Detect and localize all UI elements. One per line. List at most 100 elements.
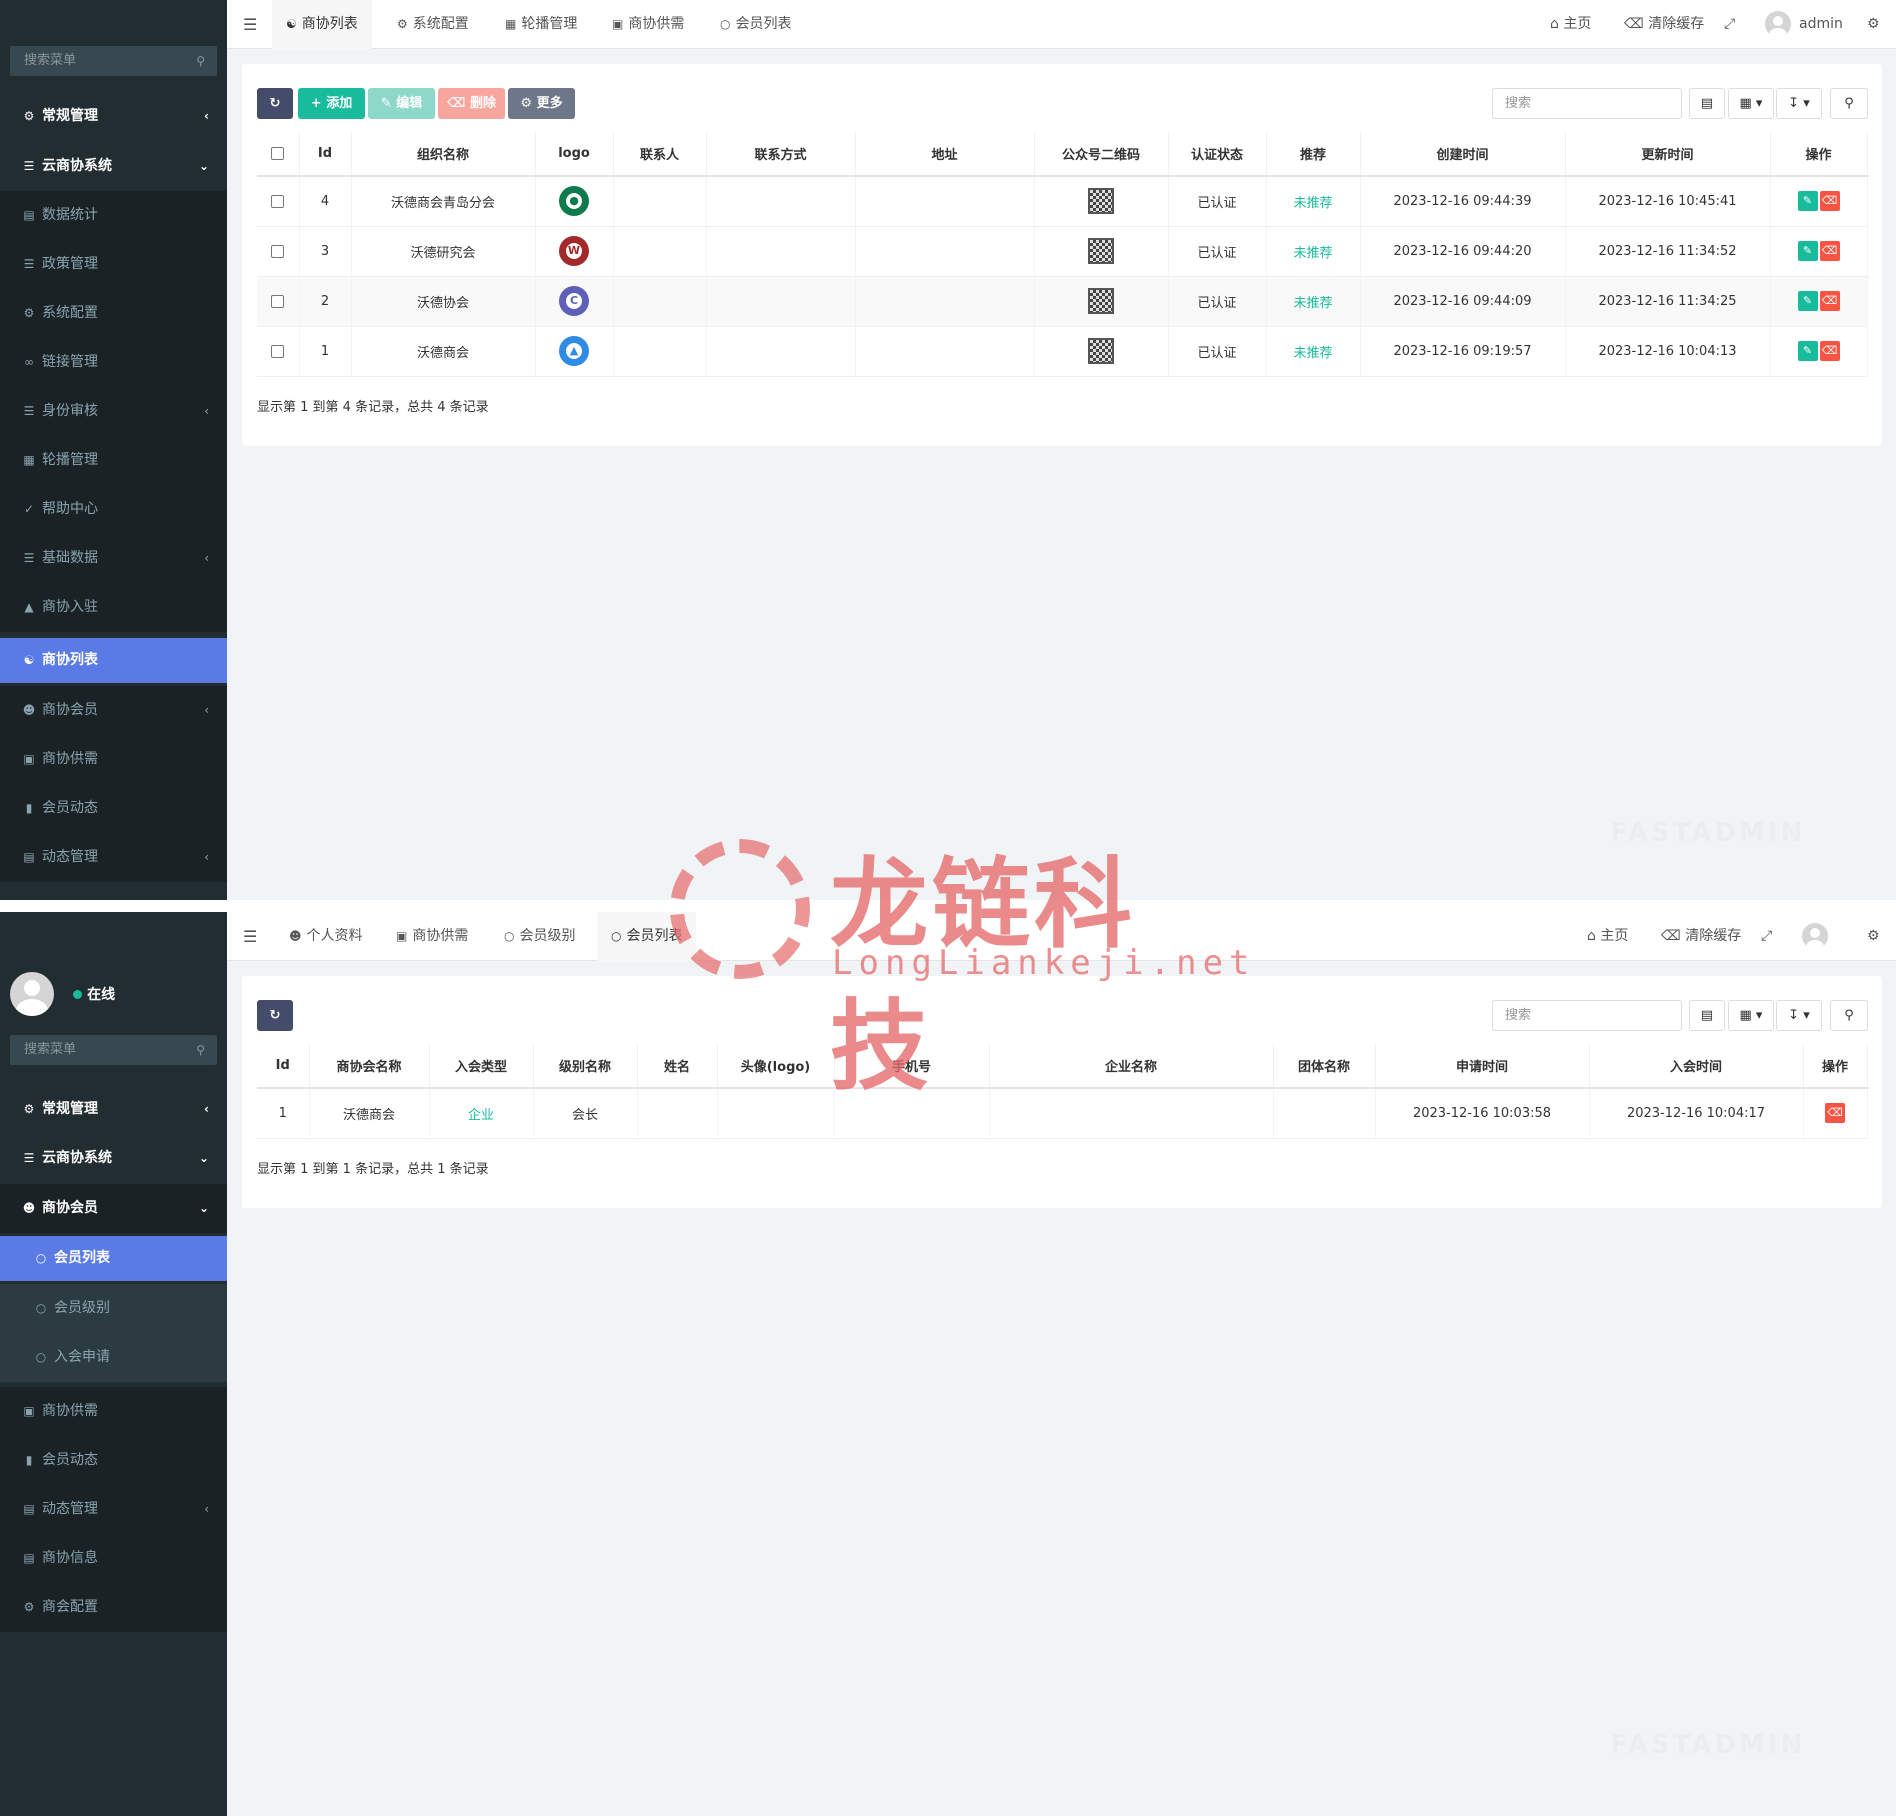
edit-button[interactable]: ✎ 编辑 <box>368 88 435 119</box>
trash-icon[interactable]: ⌫ <box>1819 191 1840 212</box>
row-checkbox[interactable] <box>271 194 285 208</box>
menu-toggle-icon[interactable]: ☰ <box>243 0 257 49</box>
export-button[interactable]: ↧ ▾ <box>1776 1000 1822 1031</box>
qrcode-image[interactable] <box>1088 238 1114 264</box>
sidebar-item-join[interactable]: ▲ 商协入驻 <box>0 583 227 632</box>
sidebar-item-links[interactable]: ∞ 链接管理 <box>0 338 227 387</box>
refresh-button[interactable]: ↻ <box>257 1000 293 1031</box>
tab-carousel[interactable]: ▦ 轮播管理 <box>491 0 591 49</box>
sidebar-item-supply-demand[interactable]: ▣ 商协供需 <box>0 735 227 784</box>
sidebar-item-base-data[interactable]: ☰ 基础数据 ‹ <box>0 534 227 583</box>
add-button[interactable]: + 添加 <box>298 88 365 119</box>
search-icon[interactable]: ⚲ <box>196 1035 205 1065</box>
col-header-logo[interactable]: logo <box>535 132 614 177</box>
columns-button[interactable]: ▦ ▾ <box>1728 1000 1774 1031</box>
logo-image[interactable]: ● <box>559 186 589 217</box>
cell-recommend[interactable]: 未推荐 <box>1266 276 1361 327</box>
sidebar-item-member-news[interactable]: ▮ 会员动态 <box>0 1436 227 1485</box>
cell-recommend[interactable]: 未推荐 <box>1266 226 1361 277</box>
sidebar-item-members[interactable]: ☻ 商协会员 ‹ <box>0 686 227 735</box>
user-menu[interactable] <box>1802 912 1836 961</box>
tab-supply-demand[interactable]: ▣ 商协供需 <box>382 912 482 961</box>
col-header-association[interactable]: 商协会名称 <box>309 1044 430 1089</box>
col-header-joined[interactable]: 入会时间 <box>1589 1044 1804 1089</box>
col-header-applied[interactable]: 申请时间 <box>1375 1044 1590 1089</box>
table-search-input[interactable]: 搜索 <box>1492 88 1682 119</box>
sidebar-item-carousel[interactable]: ▦ 轮播管理 <box>0 436 227 485</box>
col-header-join-type[interactable]: 入会类型 <box>429 1044 534 1089</box>
col-header-level[interactable]: 级别名称 <box>533 1044 638 1089</box>
logo-image[interactable]: ▲ <box>559 336 589 366</box>
qrcode-image[interactable] <box>1088 188 1114 215</box>
clear-cache-link[interactable]: ⌫ 清除缓存 <box>1624 0 1704 49</box>
qrcode-image[interactable] <box>1088 288 1114 314</box>
tab-profile[interactable]: ☻ 个人资料 <box>275 912 377 961</box>
search-icon[interactable]: ⚲ <box>196 46 205 76</box>
columns-button[interactable]: ▦ ▾ <box>1728 88 1774 119</box>
trash-icon[interactable]: ⌫ <box>1819 341 1840 361</box>
logo-image[interactable]: W <box>559 236 589 266</box>
edit-icon[interactable]: ✎ <box>1797 191 1818 212</box>
advanced-search-button[interactable]: ⚲ <box>1830 1000 1868 1031</box>
sidebar-item-join-apply[interactable]: ○ 入会申请 <box>0 1333 227 1382</box>
col-header-contact-method[interactable]: 联系方式 <box>706 132 856 177</box>
tab-association-list[interactable]: ☯ 商协列表 <box>272 0 372 49</box>
sidebar-item-member-news[interactable]: ▮ 会员动态 <box>0 784 227 833</box>
sidebar-item-member-level[interactable]: ○ 会员级别 <box>0 1284 227 1333</box>
checkbox[interactable] <box>271 147 285 160</box>
col-header-recommend[interactable]: 推荐 <box>1266 132 1361 177</box>
col-header-phone[interactable]: 手机号 <box>834 1044 990 1089</box>
col-header-group[interactable]: 团体名称 <box>1273 1044 1376 1089</box>
col-header-id[interactable]: Id <box>299 132 352 177</box>
qrcode-image[interactable] <box>1088 338 1114 364</box>
sidebar-item-news-manage[interactable]: ▤ 动态管理 ‹ <box>0 833 227 882</box>
edit-icon[interactable]: ✎ <box>1797 291 1818 311</box>
sidebar-item-help[interactable]: ✓ 帮助中心 <box>0 485 227 534</box>
refresh-button[interactable]: ↻ <box>257 88 293 119</box>
clear-cache-link[interactable]: ⌫ 清除缓存 <box>1661 912 1741 961</box>
col-header-status[interactable]: 认证状态 <box>1168 132 1267 177</box>
sidebar-item-association-info[interactable]: ▤ 商协信息 <box>0 1534 227 1583</box>
fullscreen-icon[interactable]: ⤢ <box>1761 912 1772 961</box>
cell-recommend[interactable]: 未推荐 <box>1266 326 1361 377</box>
logo-image[interactable]: C <box>559 286 589 316</box>
col-header-name[interactable]: 姓名 <box>637 1044 718 1089</box>
tab-system-config[interactable]: ⚙ 系统配置 <box>383 0 483 49</box>
fullscreen-icon[interactable]: ⤢ <box>1724 0 1735 49</box>
sidebar-item-cloud-system[interactable]: ☰ 云商协系统 ⌄ <box>0 1134 227 1183</box>
edit-icon[interactable]: ✎ <box>1797 241 1818 261</box>
col-header-company[interactable]: 企业名称 <box>989 1044 1274 1089</box>
col-header-created[interactable]: 创建时间 <box>1360 132 1566 177</box>
tab-supply-demand[interactable]: ▣ 商协供需 <box>598 0 698 49</box>
row-checkbox[interactable] <box>271 294 285 308</box>
row-checkbox[interactable] <box>271 244 285 258</box>
cell-recommend[interactable]: 未推荐 <box>1266 176 1361 227</box>
col-header-id[interactable]: Id <box>257 1044 310 1089</box>
col-header-name[interactable]: 组织名称 <box>351 132 536 177</box>
edit-icon[interactable]: ✎ <box>1797 341 1818 361</box>
toggle-view-button[interactable]: ▤ <box>1689 1000 1725 1031</box>
menu-search-input[interactable]: 搜索菜单 ⚲ <box>10 1035 217 1065</box>
tab-member-list[interactable]: ○ 会员列表 <box>706 0 805 49</box>
sidebar-item-members[interactable]: ☻ 商协会员 ⌄ <box>0 1184 227 1233</box>
trash-icon[interactable]: ⌫ <box>1819 241 1840 261</box>
sidebar-item-statistics[interactable]: ▤ 数据统计 <box>0 191 227 240</box>
table-search-input[interactable]: 搜索 <box>1492 1000 1682 1031</box>
sidebar-item-general[interactable]: ⚙ 常规管理 ‹ <box>0 1085 227 1134</box>
export-button[interactable]: ↧ ▾ <box>1776 88 1822 119</box>
col-header-contact[interactable]: 联系人 <box>613 132 707 177</box>
user-menu[interactable]: admin <box>1765 0 1843 49</box>
menu-toggle-icon[interactable]: ☰ <box>243 912 257 961</box>
home-link[interactable]: ⌂ 主页 <box>1550 0 1591 49</box>
trash-icon[interactable]: ⌫ <box>1819 291 1840 311</box>
sidebar-item-general[interactable]: ⚙ 常规管理 ‹ <box>0 92 227 141</box>
sidebar-item-member-list[interactable]: ○ 会员列表 <box>0 1236 227 1281</box>
col-header-address[interactable]: 地址 <box>855 132 1035 177</box>
more-button[interactable]: ⚙ 更多 <box>508 88 575 119</box>
col-header-avatar[interactable]: 头像(logo) <box>717 1044 835 1089</box>
col-header-qrcode[interactable]: 公众号二维码 <box>1034 132 1169 177</box>
tab-member-list[interactable]: ○ 会员列表 <box>597 912 697 961</box>
sidebar-item-supply-demand[interactable]: ▣ 商协供需 <box>0 1387 227 1436</box>
sidebar-item-cloud-system[interactable]: ☰ 云商协系统 ⌄ <box>0 142 227 191</box>
trash-icon[interactable]: ⌫ <box>1825 1103 1845 1124</box>
